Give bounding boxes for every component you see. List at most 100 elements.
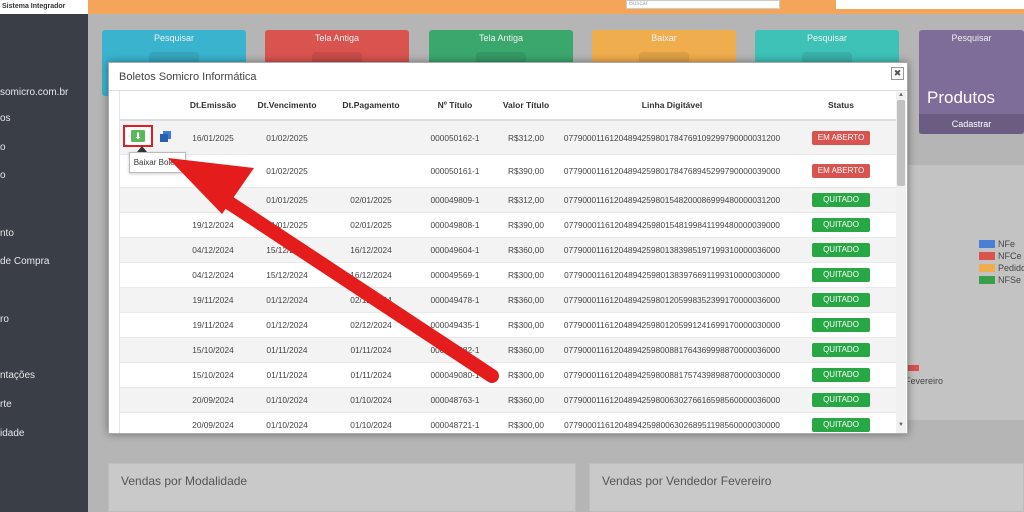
sidebar-item-compra[interactable]: de Compra [0, 256, 49, 267]
cell-titulo: 000050161-1 [416, 154, 494, 188]
cell-valor: R$312,00 [494, 187, 558, 213]
sidebar-item-2[interactable]: o [0, 142, 6, 153]
sidebar-item-8[interactable]: rte [0, 399, 12, 410]
sidebar-item-3[interactable]: o [0, 170, 6, 181]
cell-linha: 0779000116120489425980178476910929979000… [558, 119, 786, 155]
cell-valor: R$360,00 [494, 387, 558, 413]
scroll-thumb[interactable] [897, 100, 905, 186]
row-actions [120, 187, 178, 213]
chart-bar [907, 365, 919, 371]
cell-titulo: 000049478-1 [416, 287, 494, 313]
cell-emissao: 15/10/2024 [178, 337, 248, 363]
status-badge: QUITADO [812, 218, 870, 232]
produtos-search-label[interactable]: Pesquisar [919, 33, 1024, 43]
column-header: Dt.Pagamento [326, 91, 416, 121]
status-badge: QUITADO [812, 293, 870, 307]
status-badge: QUITADO [812, 193, 870, 207]
user-menu[interactable] [836, 0, 1024, 9]
cell-valor: R$300,00 [494, 312, 558, 338]
search-input[interactable]: Buscar [626, 0, 780, 9]
cell-status: QUITADO [786, 362, 896, 388]
cell-pagamento [326, 119, 416, 155]
cell-valor: R$360,00 [494, 337, 558, 363]
panel-title: Vendas por Vendedor Fevereiro [602, 474, 772, 488]
cell-vencimento: 01/12/2024 [248, 312, 326, 338]
cell-status: QUITADO [786, 262, 896, 288]
cell-valor: R$300,00 [494, 412, 558, 433]
cell-vencimento: 01/02/2025 [248, 119, 326, 155]
cell-titulo: 000049082-1 [416, 337, 494, 363]
column-header [120, 91, 178, 121]
sidebar-item-6[interactable]: ro [0, 314, 9, 325]
status-badge: EM ABERTO [812, 130, 870, 145]
produtos-cadastrar-button[interactable]: Cadastrar [919, 114, 1024, 134]
table-row: 16/01/2025 01/02/2025 000050161-1 R$390,00 0… [120, 154, 896, 188]
column-header: Status [786, 91, 896, 121]
cell-pagamento: 01/11/2024 [326, 337, 416, 363]
tile-label: Tela Antiga [478, 33, 524, 43]
cell-linha: 0779000116120489425980120599835239917000… [558, 287, 786, 313]
table-row: 20/09/2024 01/10/2024 01/10/2024 000048763-… [120, 387, 896, 413]
column-header: Linha Digitável [558, 91, 786, 121]
table-row: ⬇ 16/01/2025 01/02/2025 000050162-1 R$312,00… [120, 119, 896, 155]
baixar-boleto-button[interactable]: ⬇ [123, 125, 153, 147]
cell-pagamento: 02/01/2025 [326, 187, 416, 213]
row-actions [120, 212, 178, 238]
scroll-down-icon[interactable]: ▼ [898, 422, 904, 428]
column-header: Nº Título [416, 91, 494, 121]
row-actions [120, 237, 178, 263]
status-badge: QUITADO [812, 318, 870, 332]
cell-vencimento: 01/11/2024 [248, 362, 326, 388]
produtos-title: Produtos [927, 88, 996, 107]
cell-status: QUITADO [786, 412, 896, 433]
boletos-modal: Boletos Somicro Informática ✖ Dt.Emissão… [108, 62, 908, 434]
cell-status: QUITADO [786, 212, 896, 238]
sidebar-item-9[interactable]: idade [0, 428, 24, 439]
row-actions [120, 262, 178, 288]
sidebar-item-4[interactable]: nto [0, 228, 14, 239]
table-row: 19/11/2024 01/12/2024 02/12/2024 000049435-… [120, 312, 896, 338]
cell-pagamento: 02/01/2025 [326, 212, 416, 238]
cell-status: QUITADO [786, 287, 896, 313]
scroll-up-icon[interactable]: ▲ [898, 92, 904, 98]
row-actions [120, 387, 178, 413]
cell-emissao: 19/11/2024 [178, 287, 248, 313]
boletos-table: Dt.Emissão Dt.Vencimento Dt.Pagamento Nº Tí… [120, 91, 896, 433]
sidebar-item-site[interactable]: somicro.com.br [0, 87, 68, 98]
table-row: 19/11/2024 01/12/2024 02/12/2024 000049478-… [120, 287, 896, 313]
cell-emissao: 19/12/2024 [178, 212, 248, 238]
sidebar-item-7[interactable]: ntações [0, 370, 35, 381]
tile-label: Tela Antiga [314, 33, 360, 43]
cell-emissao: 04/12/2024 [178, 262, 248, 288]
close-icon[interactable]: ✖ [891, 67, 904, 80]
tile-label: Pesquisar [806, 33, 848, 43]
cell-titulo: 000049809-1 [416, 187, 494, 213]
modal-scrollbar[interactable]: ▲ ▼ [896, 92, 906, 433]
cell-emissao: 16/01/2025 [178, 119, 248, 155]
row-actions [120, 337, 178, 363]
table-row: 15/10/2024 01/11/2024 01/11/2024 000049082-… [120, 337, 896, 363]
cell-pagamento: 16/12/2024 [326, 262, 416, 288]
cell-pagamento: 01/11/2024 [326, 362, 416, 388]
cell-vencimento: 15/12/2024 [248, 237, 326, 263]
sidebar-item-1[interactable]: os [0, 113, 11, 124]
legend-item: NFe [979, 238, 1024, 250]
cell-vencimento: 01/01/2025 [248, 187, 326, 213]
legend-swatch [979, 276, 995, 284]
cell-vencimento: 01/10/2024 [248, 387, 326, 413]
table-row: 20/09/2024 01/10/2024 01/10/2024 000048721-… [120, 412, 896, 433]
cell-emissao: 15/10/2024 [178, 362, 248, 388]
baixar-boleto-tooltip: Baixar Boleto [129, 152, 186, 173]
table-header-row: Dt.Emissão Dt.Vencimento Dt.Pagamento Nº Tí… [120, 91, 896, 121]
row-actions: ⬇ [120, 119, 178, 155]
cell-vencimento: 01/02/2025 [248, 154, 326, 188]
cell-linha: 0779000116120489425980154819984119948000… [558, 212, 786, 238]
cell-linha: 0779000116120489425980088175743989887000… [558, 362, 786, 388]
cell-titulo: 000049604-1 [416, 237, 494, 263]
cell-emissao: 04/12/2024 [178, 237, 248, 263]
status-badge: QUITADO [812, 243, 870, 257]
copy-icon[interactable] [160, 131, 171, 142]
status-badge: QUITADO [812, 418, 870, 433]
cell-vencimento: 01/10/2024 [248, 412, 326, 433]
produtos-tile[interactable]: Pesquisar Produtos Cadastrar [919, 30, 1024, 134]
